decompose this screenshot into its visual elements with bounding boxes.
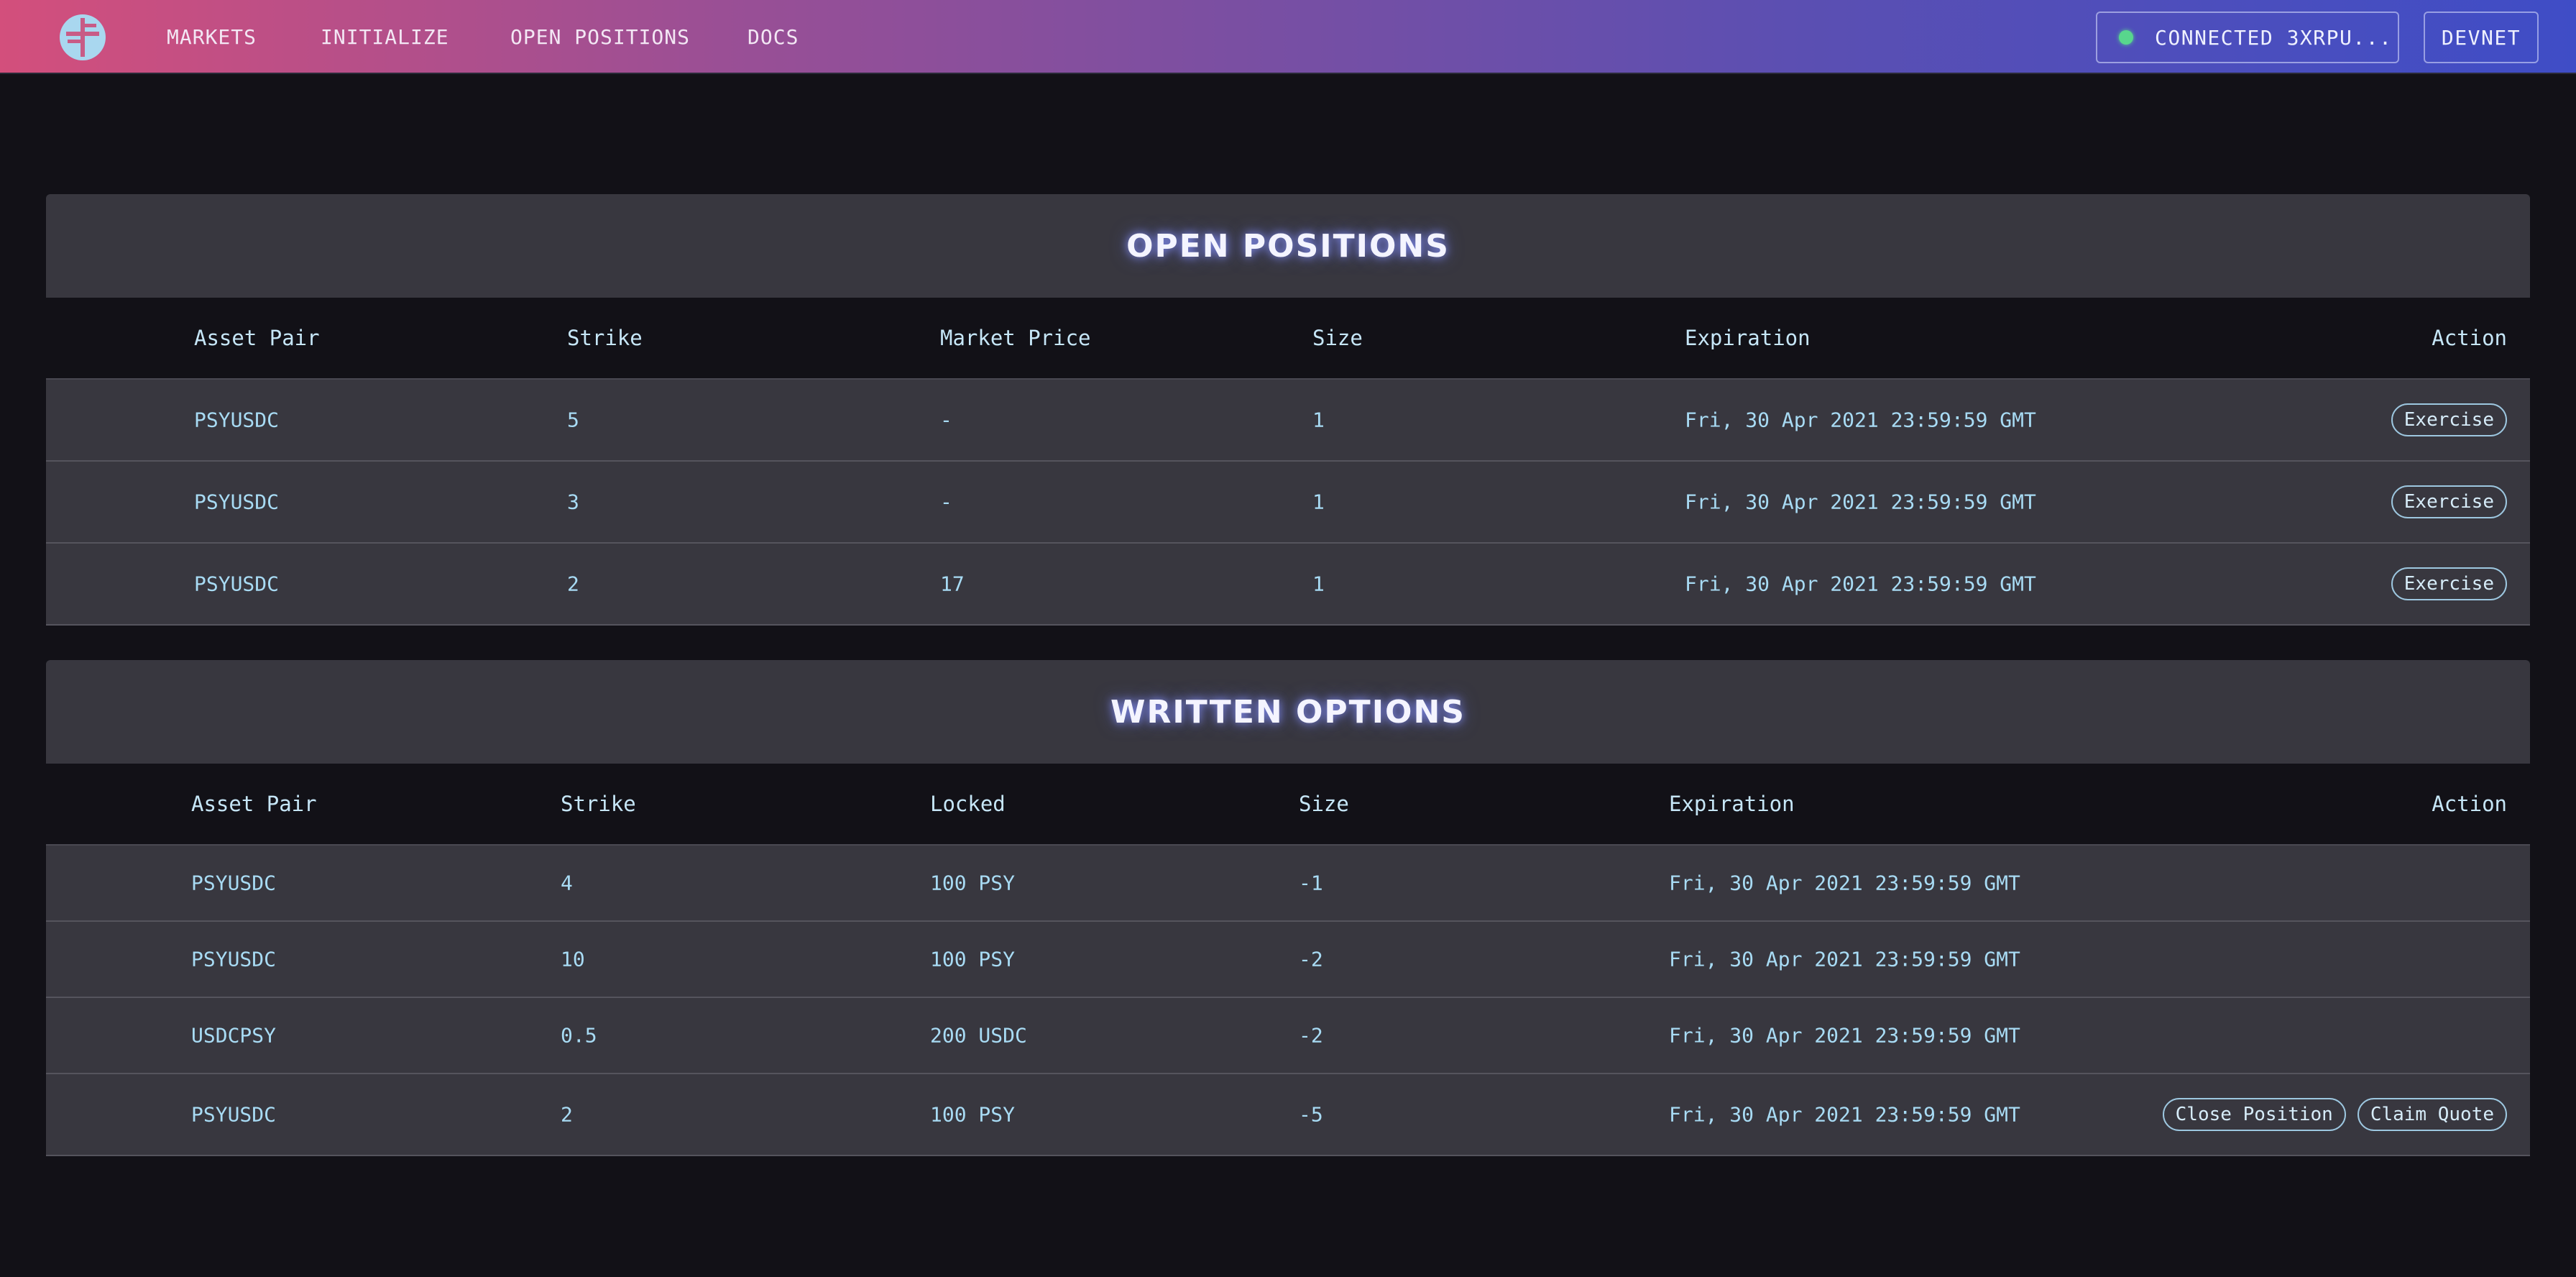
- column-header-size: Size: [1299, 792, 1349, 816]
- column-header-locked: Locked: [930, 792, 1006, 816]
- table-row: PSYUSDC 5 - 1 Fri, 30 Apr 2021 23:59:59 …: [46, 380, 2530, 462]
- exercise-button[interactable]: Exercise: [2391, 485, 2507, 518]
- column-header-size: Size: [1312, 326, 1363, 350]
- nav-markets[interactable]: MARKETS: [167, 24, 257, 50]
- cell-strike: 0.5: [561, 1023, 597, 1048]
- written-options-header: WRITTEN OPTIONS: [46, 660, 2530, 764]
- table-row: PSYUSDC 10 100 PSY -2 Fri, 30 Apr 2021 2…: [46, 922, 2530, 998]
- cell-market-price: -: [940, 490, 952, 514]
- open-positions-header: OPEN POSITIONS: [46, 194, 2530, 298]
- cell-asset-pair: PSYUSDC: [191, 947, 277, 971]
- cell-strike: 4: [561, 871, 573, 895]
- top-nav-bar: MARKETS INITIALIZE OPEN POSITIONS DOCS C…: [0, 0, 2576, 74]
- cell-action: Exercise: [2380, 403, 2507, 436]
- column-header-action: Action: [2432, 792, 2507, 816]
- cell-asset-pair: USDCPSY: [191, 1023, 277, 1048]
- app-logo-icon[interactable]: [59, 14, 106, 61]
- column-header-expiration: Expiration: [1669, 792, 1795, 816]
- cell-action: Close Position Claim Quote: [2151, 1098, 2507, 1131]
- cell-asset-pair: PSYUSDC: [191, 1102, 277, 1127]
- cell-size: 1: [1312, 408, 1325, 432]
- exercise-button[interactable]: Exercise: [2391, 403, 2507, 436]
- cell-size: -1: [1299, 871, 1323, 895]
- cell-action: Exercise: [2380, 485, 2507, 518]
- cell-action: Exercise: [2380, 567, 2507, 600]
- column-header-action: Action: [2432, 326, 2507, 350]
- wallet-button[interactable]: CONNECTED 3XRPU...: [2096, 12, 2399, 63]
- open-positions-panel: OPEN POSITIONS Asset Pair Strike Market …: [46, 194, 2530, 626]
- table-row: USDCPSY 0.5 200 USDC -2 Fri, 30 Apr 2021…: [46, 998, 2530, 1074]
- cell-market-price: 17: [940, 572, 965, 596]
- cell-strike: 2: [561, 1102, 573, 1127]
- cell-strike: 3: [567, 490, 579, 514]
- cell-expiration: Fri, 30 Apr 2021 23:59:59 GMT: [1685, 408, 2036, 432]
- cell-expiration: Fri, 30 Apr 2021 23:59:59 GMT: [1669, 1023, 2020, 1048]
- column-header-strike: Strike: [561, 792, 636, 816]
- table-row: PSYUSDC 3 - 1 Fri, 30 Apr 2021 23:59:59 …: [46, 462, 2530, 544]
- cell-size: -2: [1299, 1023, 1323, 1048]
- table-row: PSYUSDC 4 100 PSY -1 Fri, 30 Apr 2021 23…: [46, 846, 2530, 922]
- cell-size: -5: [1299, 1102, 1323, 1127]
- network-button[interactable]: DEVNET: [2424, 12, 2539, 63]
- cell-expiration: Fri, 30 Apr 2021 23:59:59 GMT: [1669, 1102, 2020, 1127]
- column-header-expiration: Expiration: [1685, 326, 1811, 350]
- exercise-button[interactable]: Exercise: [2391, 567, 2507, 600]
- cell-asset-pair: PSYUSDC: [194, 572, 280, 596]
- cell-locked: 200 USDC: [930, 1023, 1027, 1048]
- nav-docs[interactable]: DOCS: [748, 24, 799, 50]
- written-options-table-header: Asset Pair Strike Locked Size Expiration…: [46, 764, 2530, 846]
- cell-expiration: Fri, 30 Apr 2021 23:59:59 GMT: [1685, 490, 2036, 514]
- cell-asset-pair: PSYUSDC: [191, 871, 277, 895]
- column-header-market-price: Market Price: [940, 326, 1091, 350]
- open-positions-title: OPEN POSITIONS: [1126, 227, 1450, 265]
- claim-quote-button[interactable]: Claim Quote: [2357, 1098, 2507, 1131]
- column-header-asset-pair: Asset Pair: [194, 326, 320, 350]
- nav-initialize[interactable]: INITIALIZE: [321, 24, 449, 50]
- open-positions-table-header: Asset Pair Strike Market Price Size Expi…: [46, 298, 2530, 380]
- cell-size: 1: [1312, 572, 1325, 596]
- cell-asset-pair: PSYUSDC: [194, 490, 280, 514]
- nav-open-positions[interactable]: OPEN POSITIONS: [510, 24, 690, 50]
- cell-size: 1: [1312, 490, 1325, 514]
- written-options-panel: WRITTEN OPTIONS Asset Pair Strike Locked…: [46, 660, 2530, 1156]
- cell-strike: 5: [567, 408, 579, 432]
- cell-expiration: Fri, 30 Apr 2021 23:59:59 GMT: [1669, 871, 2020, 895]
- cell-size: -2: [1299, 947, 1323, 971]
- column-header-strike: Strike: [567, 326, 643, 350]
- cell-locked: 100 PSY: [930, 947, 1016, 971]
- connection-status-icon: [2119, 30, 2133, 45]
- table-row: PSYUSDC 2 100 PSY -5 Fri, 30 Apr 2021 23…: [46, 1074, 2530, 1156]
- cell-strike: 10: [561, 947, 585, 971]
- cell-locked: 100 PSY: [930, 871, 1016, 895]
- cell-locked: 100 PSY: [930, 1102, 1016, 1127]
- cell-expiration: Fri, 30 Apr 2021 23:59:59 GMT: [1685, 572, 2036, 596]
- cell-expiration: Fri, 30 Apr 2021 23:59:59 GMT: [1669, 947, 2020, 971]
- column-header-asset-pair: Asset Pair: [191, 792, 317, 816]
- wallet-label: CONNECTED 3XRPU...: [2155, 25, 2393, 50]
- cell-asset-pair: PSYUSDC: [194, 408, 280, 432]
- table-row: PSYUSDC 2 17 1 Fri, 30 Apr 2021 23:59:59…: [46, 544, 2530, 626]
- cell-market-price: -: [940, 408, 952, 432]
- close-position-button[interactable]: Close Position: [2162, 1098, 2346, 1131]
- network-label: DEVNET: [2441, 25, 2521, 50]
- cell-strike: 2: [567, 572, 579, 596]
- written-options-title: WRITTEN OPTIONS: [1110, 693, 1466, 731]
